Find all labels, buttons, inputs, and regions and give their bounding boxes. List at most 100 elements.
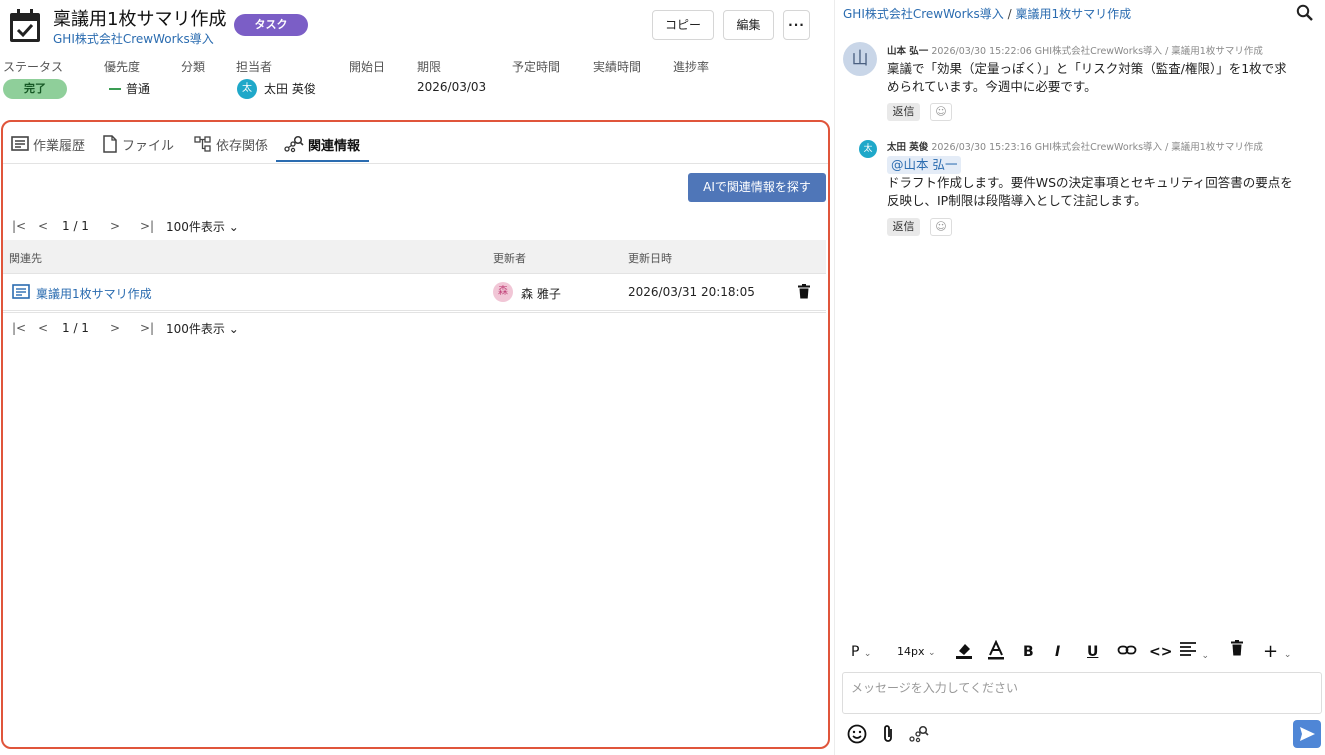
status-badge[interactable]: 完了 bbox=[3, 79, 67, 99]
comment-header: 山本 弘一 2026/03/30 15:22:06 GHI株式会社CrewWor… bbox=[887, 43, 1263, 57]
underline-button[interactable]: U bbox=[1087, 640, 1098, 664]
reply-button[interactable]: 返信 bbox=[887, 218, 920, 236]
tab-dependencies[interactable]: 依存関係 bbox=[194, 133, 268, 155]
paragraph-select[interactable]: P ⌄ bbox=[851, 640, 871, 664]
prev-page-button[interactable]: < bbox=[38, 321, 62, 335]
task-type-badge: タスク bbox=[234, 14, 308, 36]
italic-button[interactable]: I bbox=[1055, 640, 1060, 664]
assignee-value[interactable]: 太田 英俊 bbox=[264, 80, 316, 97]
page-info: 1 / 1 bbox=[62, 219, 89, 233]
reaction-icon[interactable]: ☺ bbox=[930, 103, 952, 121]
project-link[interactable]: GHI株式会社CrewWorks導入 bbox=[53, 30, 214, 47]
comment-line: められています。今週中に必要です。 bbox=[887, 79, 1097, 94]
related-item-link[interactable]: 稟議用1枚サマリ作成 bbox=[36, 285, 152, 302]
comment-author[interactable]: 太田 英俊 bbox=[887, 142, 928, 153]
task-link-icon bbox=[12, 284, 30, 299]
comment-author[interactable]: 山本 弘一 bbox=[887, 46, 928, 57]
updater-name: 森 雅子 bbox=[521, 287, 561, 301]
highlight-color-button[interactable] bbox=[954, 640, 974, 664]
pagination-bottom: |< < 1 / 1 > >| 100件表示 ⌄ bbox=[12, 318, 239, 338]
comment-line: 稟議で「効果（定量っぽく）」と「リスク対策（監査/権限）」を1枚で求 bbox=[887, 61, 1287, 76]
code-button[interactable]: <> bbox=[1149, 640, 1172, 664]
updated-datetime: 2026/03/31 20:18:05 bbox=[628, 285, 755, 299]
link-button[interactable] bbox=[1117, 640, 1137, 664]
column-header-updated[interactable]: 更新日時 bbox=[628, 250, 672, 266]
edit-button[interactable]: 編集 bbox=[723, 10, 774, 40]
first-page-button[interactable]: |< bbox=[12, 219, 38, 233]
comment-body: 稟議で「効果（定量っぽく）」と「リスク対策（監査/権限）」を1枚で求 められてい… bbox=[887, 60, 1317, 96]
copy-button[interactable]: コピー bbox=[652, 10, 714, 40]
tab-files-label: ファイル bbox=[122, 138, 175, 154]
font-size-select[interactable]: 14px ⌄ bbox=[897, 640, 936, 664]
first-page-button[interactable]: |< bbox=[12, 321, 38, 335]
comment-meta: 2026/03/30 15:23:16 GHI株式会社CrewWorks導入 /… bbox=[931, 142, 1263, 153]
search-icon[interactable] bbox=[1296, 4, 1314, 22]
attach-icon[interactable] bbox=[881, 724, 895, 744]
comment-meta: 2026/03/30 15:22:06 GHI株式会社CrewWorks導入 /… bbox=[931, 46, 1263, 57]
file-icon bbox=[103, 135, 117, 153]
last-page-button[interactable]: >| bbox=[140, 321, 166, 335]
send-icon bbox=[1300, 727, 1315, 741]
insert-menu-button[interactable]: + ⌄ bbox=[1263, 640, 1291, 664]
comment-line: 反映し、IP制限は段階導入として注記します。 bbox=[887, 193, 1147, 208]
tab-dependencies-label: 依存関係 bbox=[216, 138, 269, 154]
next-page-button[interactable]: > bbox=[110, 219, 140, 233]
breadcrumb-task[interactable]: 稟議用1枚サマリ作成 bbox=[1015, 7, 1131, 21]
emoji-icon[interactable] bbox=[847, 724, 867, 744]
history-icon bbox=[11, 136, 29, 151]
table-bottom-divider bbox=[3, 312, 826, 313]
trash-icon[interactable] bbox=[798, 284, 810, 299]
plus-label: + bbox=[1263, 641, 1279, 662]
comment-avatar: 太 bbox=[859, 140, 877, 158]
pagination-top: |< < 1 / 1 > >| 100件表示 ⌄ bbox=[12, 216, 239, 236]
priority-dash-icon bbox=[109, 88, 121, 90]
align-icon bbox=[1180, 642, 1196, 656]
tab-files[interactable]: ファイル bbox=[102, 133, 174, 155]
reaction-icon[interactable]: ☺ bbox=[930, 218, 952, 236]
comment-body: @山本 弘一 ドラフト作成します。要件WSの決定事項とセキュリティ回答書の要点を… bbox=[887, 156, 1317, 210]
updater-avatar: 森 bbox=[493, 282, 513, 302]
send-button[interactable] bbox=[1293, 720, 1321, 748]
trash-icon bbox=[1231, 640, 1243, 656]
reply-button[interactable]: 返信 bbox=[887, 103, 920, 121]
assignee-avatar: 太 bbox=[237, 79, 257, 99]
tab-history-label: 作業履歴 bbox=[33, 138, 86, 154]
table-header: 関連先 更新者 更新日時 bbox=[3, 240, 826, 274]
tab-related[interactable]: 関連情報 bbox=[284, 133, 360, 155]
more-button[interactable]: ··· bbox=[783, 10, 810, 40]
chat-panel: GHI株式会社CrewWorks導入 / 稟議用1枚サマリ作成 山 山本 弘一 … bbox=[834, 0, 1325, 755]
align-select[interactable]: ⌄ bbox=[1179, 640, 1209, 664]
related-icon[interactable] bbox=[909, 724, 931, 744]
due-date-value[interactable]: 2026/03/03 bbox=[417, 80, 486, 94]
page-title: 稟議用1枚サマリ作成 bbox=[53, 9, 227, 30]
font-size-label: 14px bbox=[897, 645, 925, 658]
bold-button[interactable]: B bbox=[1023, 640, 1034, 664]
ai-find-related-button[interactable]: AIで関連情報を探す bbox=[688, 173, 826, 202]
tab-history[interactable]: 作業履歴 bbox=[11, 133, 85, 155]
prev-page-button[interactable]: < bbox=[38, 219, 62, 233]
progress-label: 進捗率 bbox=[673, 60, 710, 74]
task-type-icon bbox=[8, 8, 42, 44]
next-page-button[interactable]: > bbox=[110, 321, 140, 335]
link-icon bbox=[1117, 645, 1137, 655]
priority-value[interactable]: 普通 bbox=[126, 80, 150, 97]
related-icon bbox=[284, 135, 304, 153]
mention-chip[interactable]: @山本 弘一 bbox=[887, 156, 962, 174]
assignee-label: 担当者 bbox=[236, 60, 273, 74]
editor-toolbar: P ⌄ 14px ⌄ B I U <> ⌄ + ⌄ bbox=[843, 639, 1321, 664]
column-header-target[interactable]: 関連先 bbox=[9, 250, 42, 266]
page-size-select[interactable]: 100件表示 ⌄ bbox=[166, 218, 239, 235]
breadcrumb-project[interactable]: GHI株式会社CrewWorks導入 bbox=[843, 7, 1004, 21]
message-input[interactable]: メッセージを入力してください bbox=[842, 672, 1322, 714]
last-page-button[interactable]: >| bbox=[140, 219, 166, 233]
column-header-updater[interactable]: 更新者 bbox=[493, 250, 526, 266]
tab-bar: 作業履歴 ファイル 依存関係 関連情報 bbox=[3, 122, 828, 164]
detail-panel: 作業履歴 ファイル 依存関係 関連情報 AIで関連情報を探す |< < 1 / … bbox=[1, 120, 830, 749]
breadcrumb: GHI株式会社CrewWorks導入 / 稟議用1枚サマリ作成 bbox=[843, 5, 1131, 22]
start-date-label: 開始日 bbox=[349, 60, 386, 74]
actual-time-label: 実績時間 bbox=[593, 60, 642, 74]
delete-button[interactable] bbox=[1231, 640, 1243, 664]
font-color-button[interactable] bbox=[987, 639, 1005, 664]
page-size-select[interactable]: 100件表示 ⌄ bbox=[166, 320, 239, 337]
comment-avatar: 山 bbox=[843, 42, 877, 76]
